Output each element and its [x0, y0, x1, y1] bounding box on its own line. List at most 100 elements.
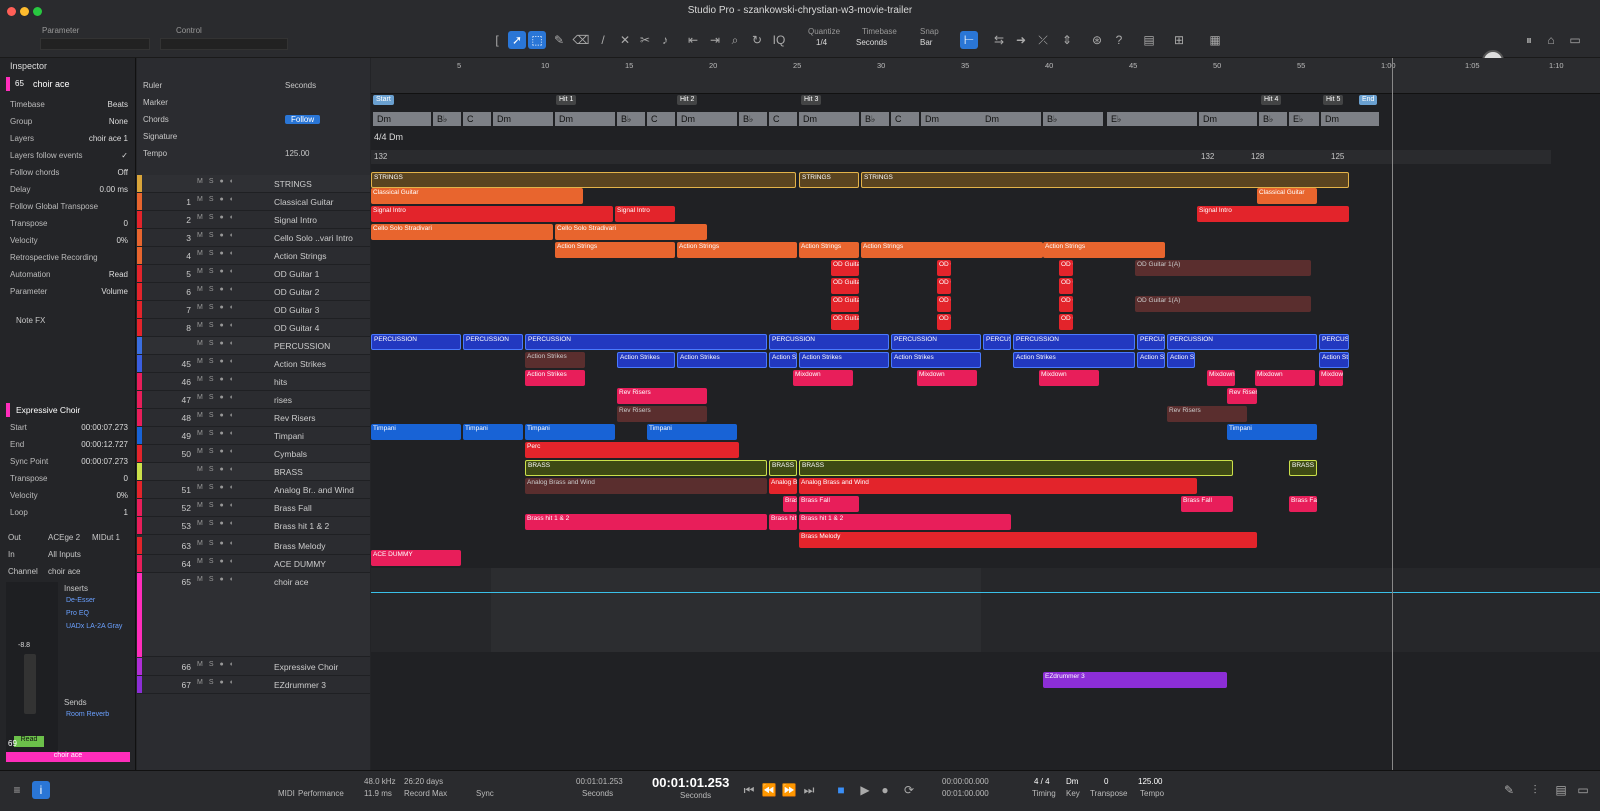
loop-end[interactable]: 00:01:00.000: [942, 789, 989, 798]
note-fx-label[interactable]: Note FX: [16, 316, 45, 325]
quantize-value[interactable]: 1/4: [816, 38, 827, 47]
clip-event[interactable]: STRINGS: [799, 172, 859, 188]
go-to-start-icon[interactable]: ⏮: [740, 781, 758, 799]
clip-event[interactable]: PERCUSSION: [769, 334, 889, 350]
chord-event[interactable]: Dm: [373, 112, 431, 126]
clip-event[interactable]: PERCUSSION: [371, 334, 461, 350]
clip-event[interactable]: EZdrummer 3: [1043, 672, 1227, 688]
primary-time-unit[interactable]: Seconds: [680, 791, 711, 800]
track-row[interactable]: 8 MS●◐ OD Guitar 4: [137, 319, 370, 337]
clip-event[interactable]: Rev Risers: [617, 388, 707, 404]
track-controls[interactable]: MS●◐: [197, 466, 240, 473]
parameter-select[interactable]: [40, 38, 150, 50]
track-controls[interactable]: MS●◐: [197, 520, 240, 527]
global-track-value[interactable]: Follow: [285, 115, 321, 124]
event-row[interactable]: Transpose 0: [6, 472, 132, 487]
sync-icon[interactable]: ⏸: [1520, 31, 1538, 49]
sync-label[interactable]: Sync: [476, 789, 494, 798]
chord-event[interactable]: E♭: [1107, 112, 1197, 126]
track-name[interactable]: OD Guitar 1: [274, 269, 319, 279]
clip-event[interactable]: ACE DUMMY: [371, 550, 461, 566]
track-row[interactable]: 1 MS●◐ Classical Guitar: [137, 193, 370, 211]
clip-event[interactable]: PERCUSSION: [1137, 334, 1165, 350]
track-controls[interactable]: MS●◐: [197, 394, 240, 401]
inspector-row[interactable]: Delay 0.00 ms: [6, 183, 132, 198]
clip-event[interactable]: Mixdown: [1255, 370, 1315, 386]
track-controls[interactable]: MS●◐: [197, 340, 240, 347]
track-name[interactable]: OD Guitar 2: [274, 287, 319, 297]
clip-event[interactable]: Action Strikes: [769, 352, 797, 368]
marker[interactable]: Hit 5: [1323, 95, 1344, 105]
marker[interactable]: Hit 1: [556, 95, 577, 105]
clip-event[interactable]: BRASS: [799, 460, 1233, 476]
inspector-row-value[interactable]: ✓: [121, 151, 128, 160]
insert-slot[interactable]: UADx LA-2A Gray: [66, 623, 122, 630]
clip-event[interactable]: OD Guitar: [831, 278, 859, 294]
event-row[interactable]: Velocity 0%: [6, 489, 132, 504]
track-row[interactable]: 65 MS●◐ choir ace: [137, 573, 370, 657]
clip-event[interactable]: OD Guitar: [1059, 296, 1073, 312]
clip-event[interactable]: Action Strikes: [1013, 352, 1135, 368]
clip-event[interactable]: Rev Risers: [1167, 406, 1247, 422]
clip-event[interactable]: Cello Solo Stradivari: [555, 224, 707, 240]
track-row[interactable]: 53 MS●◐ Brass hit 1 & 2: [137, 517, 370, 535]
chord-event[interactable]: Dm: [981, 112, 1041, 126]
clip-event[interactable]: STRINGS: [861, 172, 1349, 188]
track-row[interactable]: 66 MS●◐ Expressive Choir: [137, 658, 370, 676]
follow-icon[interactable]: ➜: [1012, 31, 1030, 49]
rewind-icon[interactable]: ⏪: [760, 781, 778, 799]
play-icon[interactable]: ▶: [856, 781, 874, 799]
clip-event[interactable]: PERCUSSION: [1319, 334, 1349, 350]
clip-event[interactable]: Action Strikes: [1137, 352, 1165, 368]
clip-event[interactable]: Timpani: [525, 424, 615, 440]
track-name[interactable]: choir ace: [274, 577, 309, 587]
clip-event[interactable]: Mixdown: [917, 370, 977, 386]
clip-event[interactable]: Timpani: [463, 424, 523, 440]
track-row[interactable]: 6 MS●◐ OD Guitar 2: [137, 283, 370, 301]
browser-icon[interactable]: ▤: [1552, 781, 1570, 799]
clip-event[interactable]: Action Strings: [1043, 242, 1165, 258]
chord-event[interactable]: B♭: [1259, 112, 1287, 126]
zoom-icon[interactable]: ⌕: [726, 31, 744, 49]
track-row[interactable]: 2 MS●◐ Signal Intro: [137, 211, 370, 229]
inspector-row-value[interactable]: Off: [117, 168, 128, 177]
track-name[interactable]: EZdrummer 3: [274, 680, 326, 690]
track-name[interactable]: Signal Intro: [274, 215, 317, 225]
clip-event[interactable]: OD Guitar: [1059, 278, 1073, 294]
listen-tool-icon[interactable]: ♪: [656, 31, 674, 49]
clip-event[interactable]: Mixdown: [793, 370, 853, 386]
clip-event[interactable]: Brass hit 1 & 2: [799, 514, 1011, 530]
marker[interactable]: Hit 3: [801, 95, 822, 105]
track-name[interactable]: Cello Solo ..vari Intro: [274, 233, 353, 243]
clip-event[interactable]: Mixdown: [1319, 370, 1343, 386]
track-controls[interactable]: MS●◐: [197, 304, 240, 311]
snap-value[interactable]: Bar: [920, 38, 932, 47]
track-row[interactable]: MS●◐ STRINGS: [137, 175, 370, 193]
clip-event[interactable]: Action Strikes: [799, 352, 889, 368]
track-name[interactable]: BRASS: [274, 467, 303, 477]
playhead-line[interactable]: [1392, 58, 1393, 770]
clip-event[interactable]: Mixdown: [1207, 370, 1235, 386]
clip-event[interactable]: Timpani: [371, 424, 461, 440]
chord-event[interactable]: Dm: [555, 112, 615, 126]
clip-event[interactable]: Rev Risers: [617, 406, 707, 422]
insert-slot[interactable]: Pro EQ: [66, 610, 89, 617]
folder-icon[interactable]: ▭: [1574, 781, 1592, 799]
track-name[interactable]: OD Guitar 3: [274, 305, 319, 315]
clip-event[interactable]: Signal Intro: [615, 206, 675, 222]
track-name[interactable]: Brass Fall: [274, 503, 312, 513]
chord-event[interactable]: B♭: [1043, 112, 1103, 126]
clip-event[interactable]: Brass Melody: [799, 532, 1257, 548]
clip-event[interactable]: Brass Fall: [1289, 496, 1317, 512]
inspector-row[interactable]: Parameter Volume: [6, 285, 132, 300]
clip-event[interactable]: OD Guitar: [1059, 314, 1073, 330]
event-row-value[interactable]: 0%: [116, 491, 128, 500]
pencil-tool-icon[interactable]: ✎: [550, 31, 568, 49]
menu-icon[interactable]: ≡: [8, 781, 26, 799]
timeline-ruler[interactable]: 5 10 15 20 25 30 35 40 45 50 55 1:00 1:05 1:10: [371, 58, 1600, 94]
marker[interactable]: Hit 2: [677, 95, 698, 105]
chord-event[interactable]: Dm: [677, 112, 737, 126]
clip-event[interactable]: PERCUSSION: [525, 334, 767, 350]
secondary-time-unit[interactable]: Seconds: [582, 789, 613, 798]
clip-event[interactable]: Action Strings: [861, 242, 1043, 258]
